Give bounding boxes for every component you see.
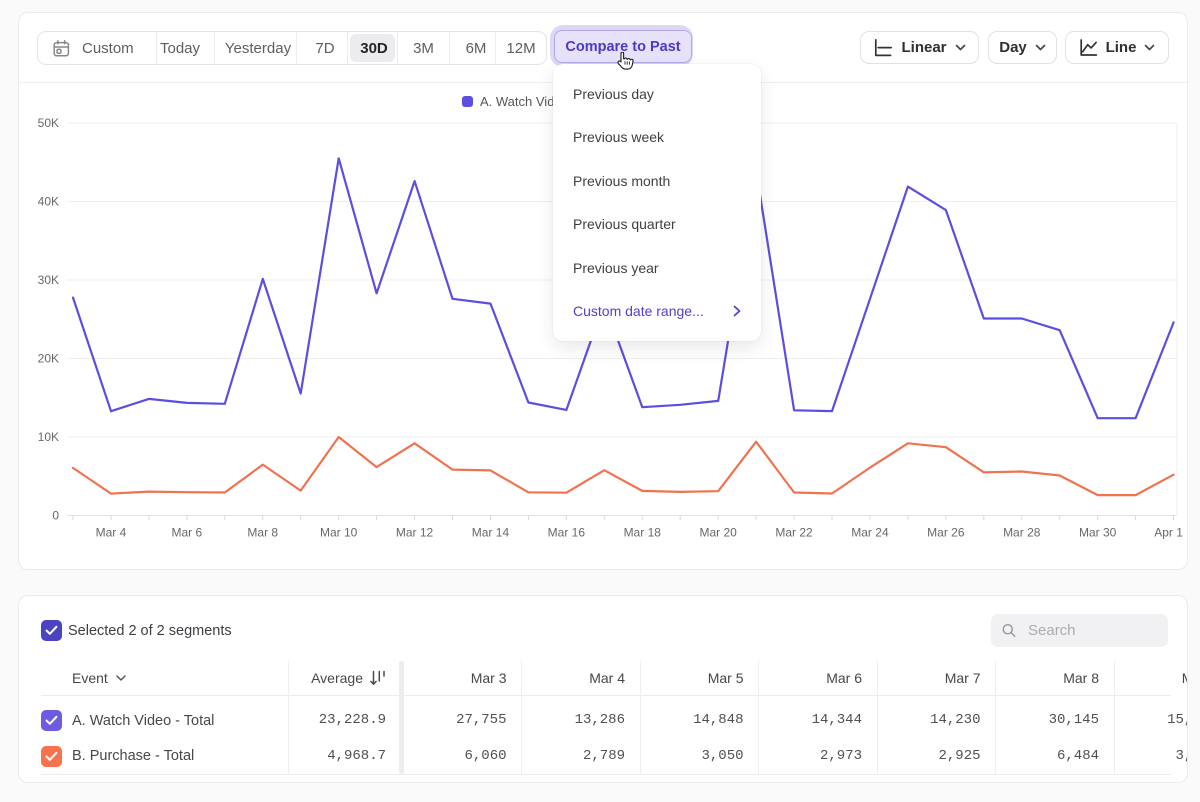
y-axis-label: 20K <box>38 352 59 366</box>
segment-value: 6,484 <box>989 748 1099 764</box>
segment-value: 3,171 <box>1108 748 1189 764</box>
segment-value: 3,050 <box>634 748 744 764</box>
menu-item-custom-date-range[interactable]: Custom date range... <box>553 290 761 334</box>
segment-value: 2,973 <box>752 748 862 764</box>
x-axis-label: Mar 20 <box>699 526 737 540</box>
segment-value: 15,540 <box>1108 712 1189 728</box>
x-axis-label: Mar 14 <box>472 526 510 540</box>
chevron-down-icon <box>116 675 126 681</box>
segment-value: 2,925 <box>871 748 981 764</box>
average-header-label: Average <box>311 670 363 686</box>
date-range-label: Custom <box>82 40 134 57</box>
x-axis-label: Mar 24 <box>851 526 889 540</box>
y-axis-label: 50K <box>38 116 59 130</box>
date-column-header[interactable]: Mar 3 <box>397 668 507 688</box>
check-icon <box>45 715 58 726</box>
y-axis-label: 0 <box>52 509 59 523</box>
table-bottom-divider <box>41 774 1171 775</box>
date-range-label: 12M <box>506 40 535 57</box>
average-column-header[interactable]: Average <box>236 668 386 688</box>
segment-row-checkbox[interactable] <box>41 710 62 731</box>
x-axis-label: Mar 18 <box>624 526 662 540</box>
segment-average-value: 23,228.9 <box>236 712 386 728</box>
segment-name: A. Watch Video - Total <box>72 713 214 729</box>
segment-value: 2,789 <box>515 748 625 764</box>
date-column-header[interactable]: Mar 8 <box>989 668 1099 688</box>
x-axis-label: Apr 1 <box>1154 526 1183 540</box>
y-axis-label: 10K <box>38 430 59 444</box>
y-axis-label: 30K <box>38 273 59 287</box>
menu-item-previous-day[interactable]: Previous day <box>553 72 761 116</box>
segment-value: 27,755 <box>397 712 507 728</box>
compare-to-past-menu: Previous day Previous week Previous month P… <box>553 64 761 341</box>
date-range-label: 6M <box>466 40 487 57</box>
segments-card: Selected 2 of 2 segments Event Average M… <box>18 595 1188 783</box>
menu-item-previous-year[interactable]: Previous year <box>553 246 761 290</box>
x-axis-label: Mar 10 <box>320 526 358 540</box>
segment-row-checkbox[interactable] <box>41 746 62 767</box>
date-range-label: 30D <box>360 40 388 57</box>
segment-name: B. Purchase - Total <box>72 748 194 764</box>
mouse-cursor-pointer <box>614 52 634 71</box>
sort-descending-icon <box>370 670 386 687</box>
segment-value: 14,230 <box>871 712 981 728</box>
segment-value: 30,145 <box>989 712 1099 728</box>
segment-value: 13,286 <box>515 712 625 728</box>
date-range-label: Yesterday <box>225 40 291 57</box>
x-axis-label: Mar 8 <box>247 526 278 540</box>
event-header-label: Event <box>72 670 108 686</box>
menu-item-previous-quarter[interactable]: Previous quarter <box>553 203 761 247</box>
segments-table: Event Average Mar 3 Mar 4 Mar 5 Mar 6 Mar 7 M… <box>19 596 1188 783</box>
x-axis-label: Mar 4 <box>96 526 127 540</box>
x-axis-label: Mar 6 <box>172 526 203 540</box>
menu-item-label: Previous day <box>573 86 654 102</box>
segment-average-value: 4,968.7 <box>236 748 386 764</box>
x-axis-label: Mar 16 <box>548 526 586 540</box>
menu-item-label: Previous year <box>573 260 659 276</box>
menu-item-previous-month[interactable]: Previous month <box>553 159 761 203</box>
x-axis-label: Mar 26 <box>927 526 965 540</box>
date-range-label: Today <box>160 40 200 57</box>
segment-value: 14,848 <box>634 712 744 728</box>
x-axis-label: Mar 30 <box>1079 526 1117 540</box>
calendar-icon <box>52 39 71 58</box>
header-divider <box>41 695 1171 696</box>
check-icon <box>45 751 58 762</box>
date-column-header[interactable]: Mar 4 <box>515 668 625 688</box>
menu-item-label: Previous quarter <box>573 216 676 232</box>
y-axis-label: 40K <box>38 195 59 209</box>
x-axis-label: Mar 22 <box>775 526 813 540</box>
chevron-right-icon <box>733 305 741 317</box>
series-line <box>73 437 1174 495</box>
event-column-header[interactable]: Event <box>72 668 126 688</box>
date-column-header[interactable]: Mar 6 <box>752 668 862 688</box>
menu-item-label: Previous week <box>573 129 664 145</box>
date-column-header[interactable]: Mar 7 <box>871 668 981 688</box>
x-axis-label: Mar 28 <box>1003 526 1041 540</box>
menu-item-label: Custom date range... <box>573 303 704 319</box>
menu-item-label: Previous month <box>573 173 670 189</box>
x-axis-label: Mar 12 <box>396 526 434 540</box>
date-range-label: 3M <box>413 40 434 57</box>
insights-dashboard: CustomTodayYesterday7D30D3M6M12M Linear … <box>0 0 1200 802</box>
date-column-header[interactable]: Mar 9 <box>1108 668 1189 688</box>
segment-value: 14,344 <box>752 712 862 728</box>
menu-item-previous-week[interactable]: Previous week <box>553 116 761 160</box>
date-range-label: 7D <box>315 40 334 57</box>
date-column-header[interactable]: Mar 5 <box>634 668 744 688</box>
segment-value: 6,060 <box>397 748 507 764</box>
